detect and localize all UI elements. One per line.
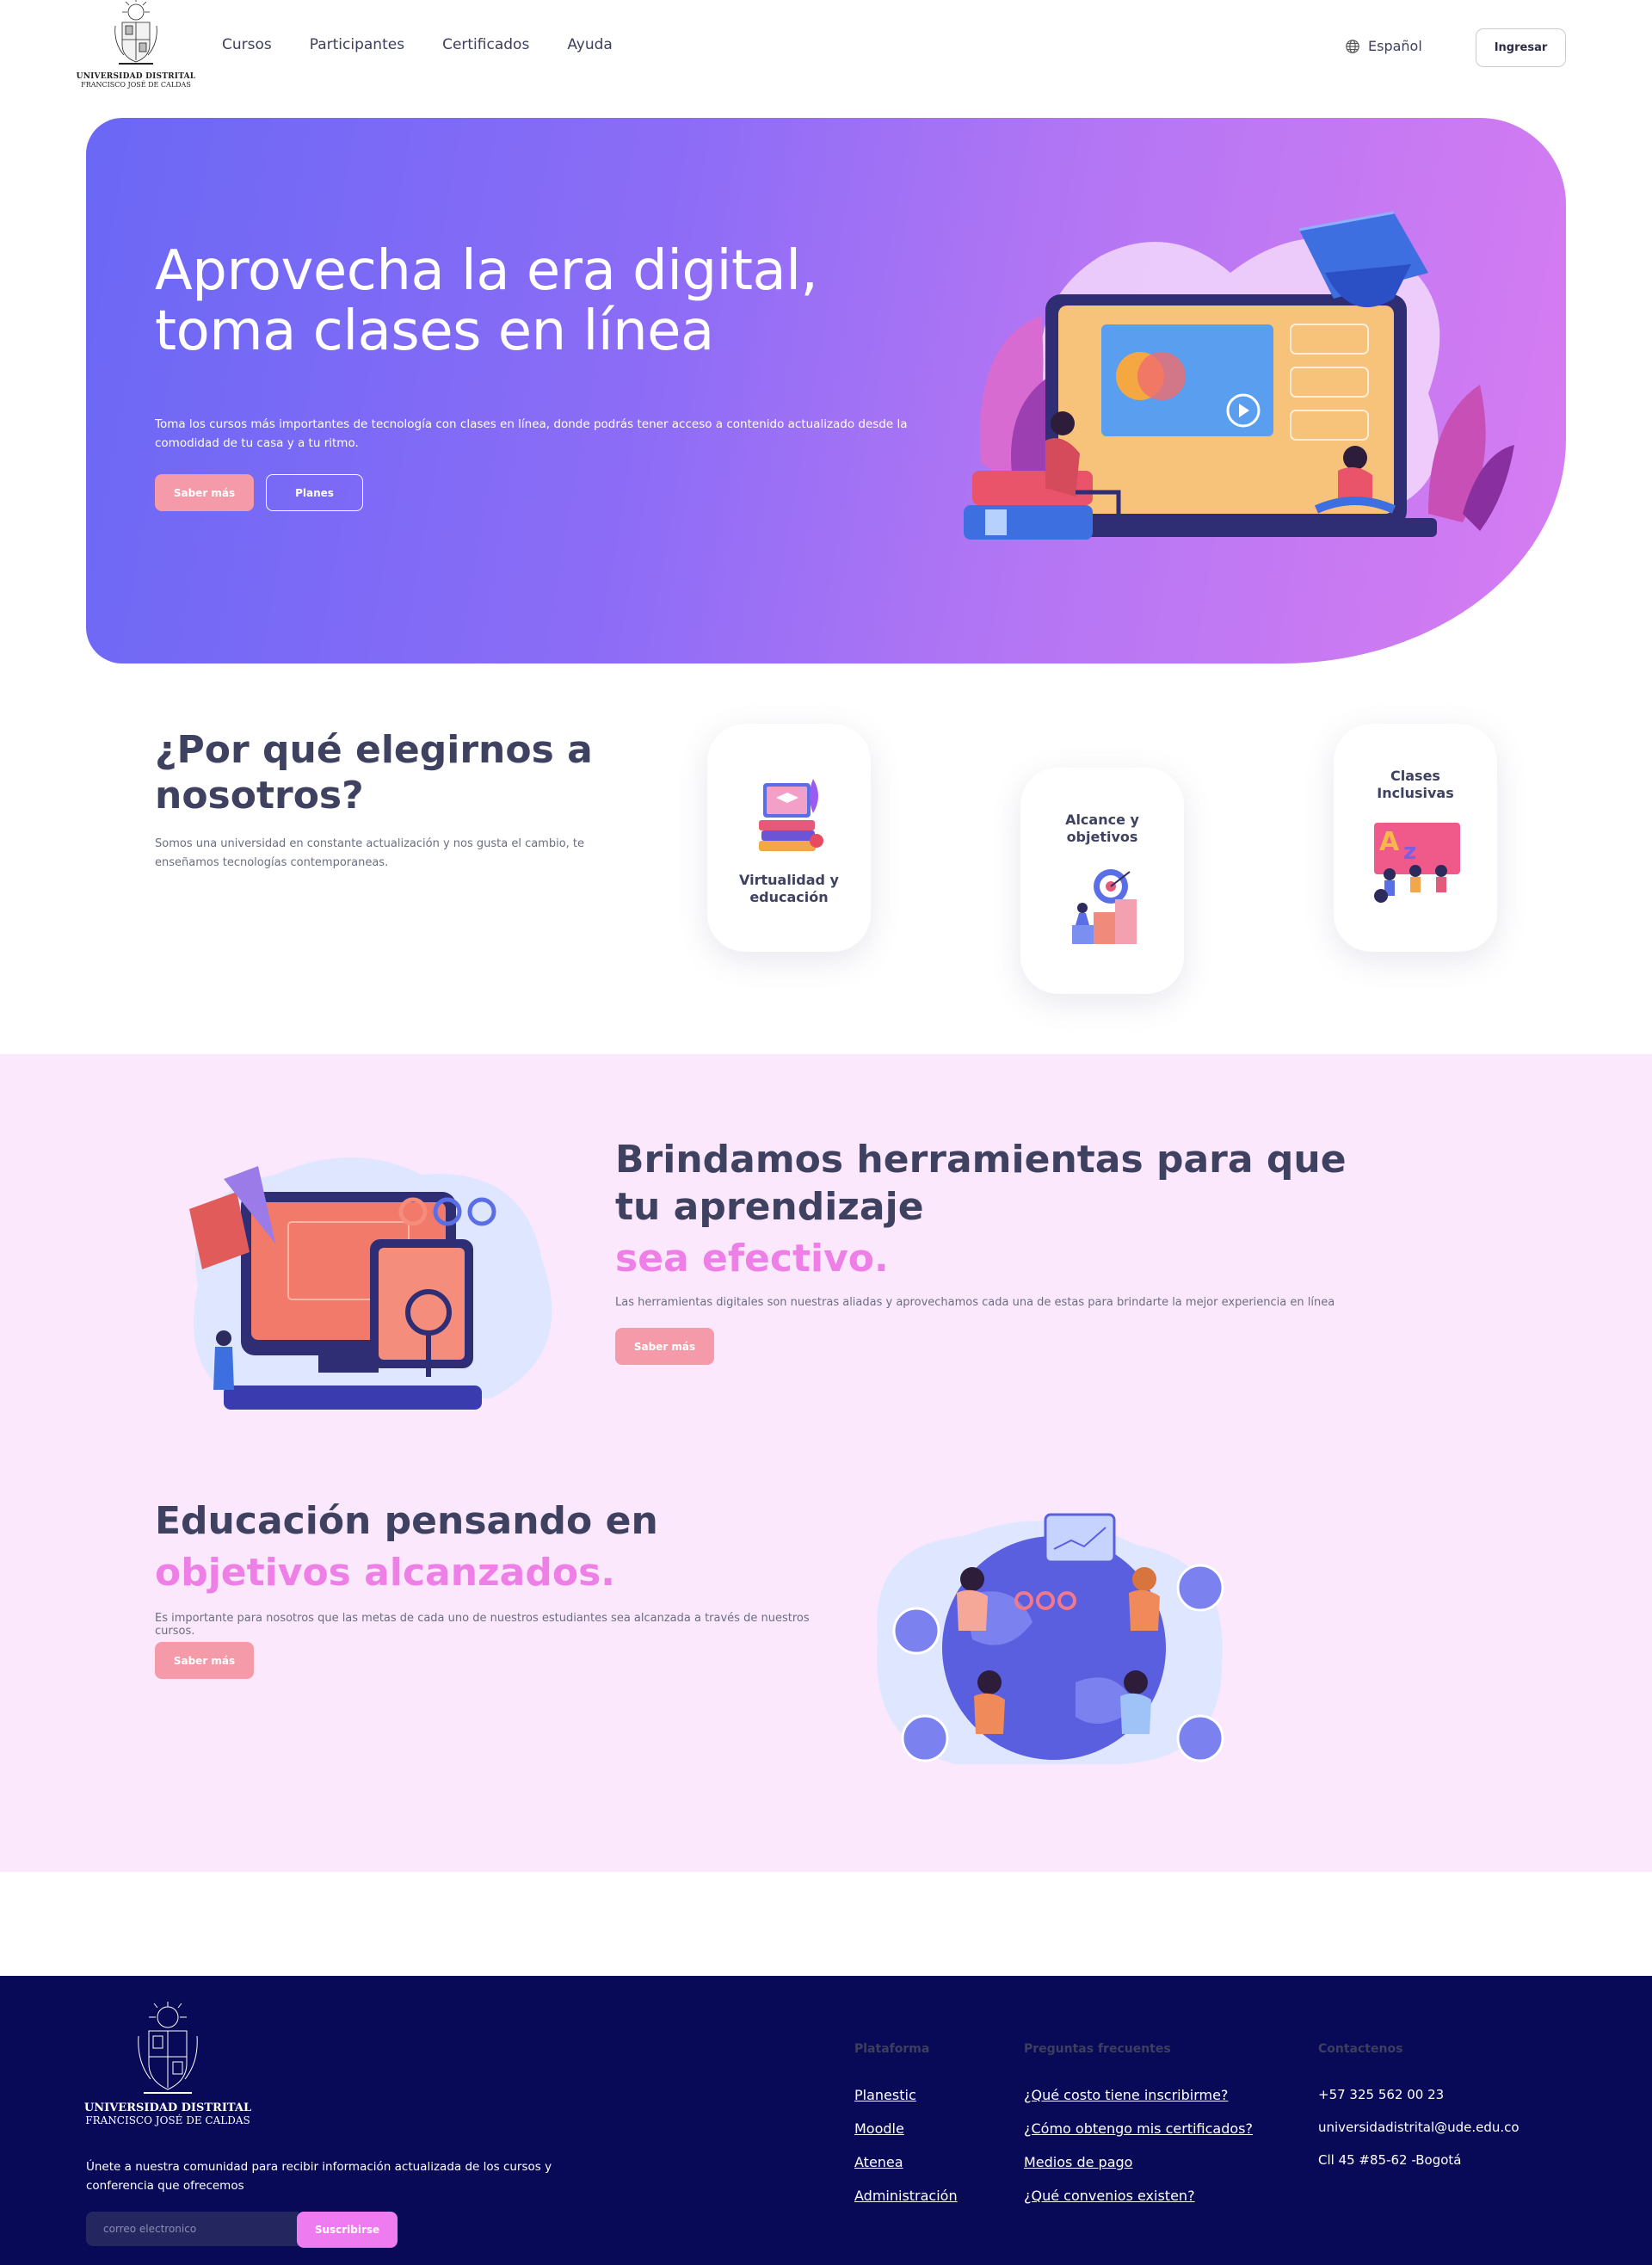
tools-text: Las herramientas digitales son nuestras …: [615, 1296, 1335, 1309]
nav-certificados[interactable]: Certificados: [442, 36, 529, 53]
logo-line2: FRANCISCO JOSÉ DE CALDAS: [81, 81, 191, 89]
education-saber-mas-button[interactable]: Saber más: [155, 1642, 254, 1679]
card-inclusivas: Clases Inclusivas A z: [1334, 724, 1497, 952]
hero-title-line1: Aprovecha la era digital,: [155, 239, 818, 303]
online-class-illustration: [964, 211, 1514, 540]
why-us-text: Somos una universidad en constante actua…: [155, 837, 585, 869]
top-header: UNIVERSIDAD DISTRITAL FRANCISCO JOSÉ DE …: [0, 0, 1652, 96]
logo-line1: UNIVERSIDAD DISTRITAL: [76, 72, 196, 81]
footer-link-certificados[interactable]: ¿Cómo obtengo mis certificados?: [1024, 2120, 1253, 2137]
classroom-az-icon: A z: [1374, 822, 1460, 903]
footer-faq-column: Preguntas frecuentes ¿Qué costo tiene in…: [1024, 2042, 1253, 2221]
footer-phone: +57 325 562 00 23: [1318, 2087, 1445, 2102]
footer-logo-line2: FRANCISCO JOSÉ DE CALDAS: [85, 2114, 250, 2126]
footer-address: Cll 45 #85-62 -Bogotá: [1318, 2152, 1462, 2168]
footer-link-convenios[interactable]: ¿Qué convenios existen?: [1024, 2188, 1253, 2204]
target-steps-icon: [1072, 868, 1137, 944]
university-logo[interactable]: UNIVERSIDAD DISTRITAL FRANCISCO JOSÉ DE …: [77, 0, 195, 93]
university-crest-icon: [138, 2002, 198, 2094]
hero-title-line2: toma clases en línea: [155, 299, 714, 363]
laptop-graduation-icon: [759, 778, 823, 851]
footer-link-atenea[interactable]: Atenea: [854, 2154, 958, 2170]
footer-plataforma-title: Plataforma: [854, 2042, 930, 2056]
nav-participantes[interactable]: Participantes: [310, 36, 404, 53]
hero-saber-mas-button[interactable]: Saber más: [155, 474, 254, 511]
svg-text:A: A: [1379, 827, 1400, 857]
footer-link-administracion[interactable]: Administración: [854, 2188, 958, 2204]
newsletter-email-input[interactable]: [86, 2212, 299, 2246]
main-nav: Cursos Participantes Certificados Ayuda: [222, 36, 613, 53]
university-crest-icon: [114, 0, 157, 65]
footer-link-medios-pago[interactable]: Medios de pago: [1024, 2154, 1253, 2170]
education-text: Es importante para nosotros que las meta…: [155, 1612, 810, 1638]
footer-link-costo[interactable]: ¿Qué costo tiene inscribirme?: [1024, 2087, 1253, 2103]
footer-link-moodle[interactable]: Moodle: [854, 2120, 958, 2137]
footer-plataforma-column: Plataforma Planestic Moodle Atenea Admin…: [854, 2042, 958, 2221]
footer-university-logo[interactable]: UNIVERSIDAD DISTRITAL FRANCISCO JOSÉ DE …: [83, 2000, 252, 2126]
global-goals-illustration: [877, 1513, 1224, 1764]
digital-tools-illustration: [189, 1157, 552, 1410]
education-accent: objetivos alcanzados.: [155, 1551, 615, 1595]
footer-logo-line1: UNIVERSIDAD DISTRITAL: [83, 2101, 252, 2114]
card-virtualidad: Virtualidad y educación: [707, 724, 871, 952]
footer-contact-title: Contactenos: [1318, 2042, 1403, 2056]
card-alcance: Alcance y objetivos: [1020, 768, 1184, 994]
login-button[interactable]: Ingresar: [1476, 28, 1566, 67]
globe-icon: [1346, 39, 1359, 53]
why-us-title: ¿Por qué elegirnos a nosotros?: [155, 728, 593, 818]
tools-title: Brindamos herramientas para que tu apren…: [615, 1138, 1347, 1229]
card-inclusivas-label: Clases Inclusivas: [1377, 767, 1454, 801]
footer-link-planestic[interactable]: Planestic: [854, 2087, 958, 2103]
language-selector[interactable]: Español: [1345, 38, 1422, 54]
hero-description: Toma los cursos más importantes de tecno…: [155, 417, 908, 450]
education-title: Educación pensando en: [155, 1499, 658, 1543]
card-virtualidad-label: Virtualidad y educación: [739, 871, 839, 905]
footer-email: universidadistrital@ude.edu.co: [1318, 2120, 1519, 2135]
tools-accent: sea efectivo.: [615, 1237, 889, 1281]
subscribe-button[interactable]: Suscribirse: [297, 2212, 398, 2248]
hero-banner: Aprovecha la era digital, toma clases en…: [86, 118, 1566, 663]
card-alcance-label: Alcance y objetivos: [1065, 811, 1139, 845]
tools-saber-mas-button[interactable]: Saber más: [615, 1328, 714, 1365]
footer-faq-title: Preguntas frecuentes: [1024, 2042, 1171, 2056]
newsletter-text: Únete a nuestra comunidad para recibir i…: [86, 2160, 552, 2193]
hero-planes-button[interactable]: Planes: [266, 474, 363, 511]
hero-title: Aprovecha la era digital, toma clases en…: [155, 241, 886, 361]
nav-ayuda[interactable]: Ayuda: [567, 36, 613, 53]
newsletter-form: Suscribirse: [86, 2212, 398, 2248]
language-label: Español: [1368, 38, 1422, 54]
svg-text:z: z: [1403, 839, 1416, 865]
footer-contact-column: Contactenos +57 325 562 00 23 universida…: [1318, 2042, 1519, 2185]
nav-cursos[interactable]: Cursos: [222, 36, 272, 53]
